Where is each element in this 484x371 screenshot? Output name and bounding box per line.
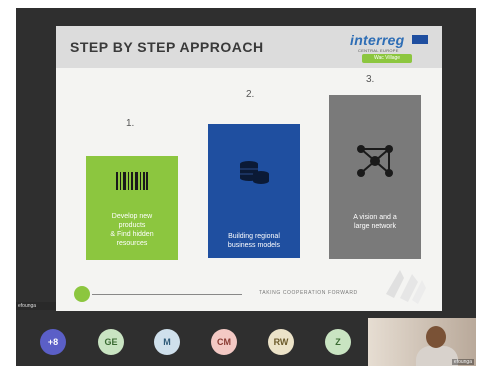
shared-slide: STEP BY STEP APPROACH interreg CENTRAL E…	[56, 26, 442, 311]
network-icon	[357, 145, 393, 177]
participant-avatar[interactable]: CM	[211, 329, 237, 355]
step-label-line: & Find hidden	[110, 231, 154, 238]
step-label-1: Develop new products & Find hidden resou…	[92, 212, 172, 248]
step-box-3: A vision and a large network	[329, 95, 421, 259]
participant-avatar[interactable]: M	[154, 329, 180, 355]
logo-tag: Wac Village	[362, 54, 412, 63]
interreg-logo: interreg CENTRAL EUROPE Wac Village	[348, 32, 428, 64]
step-label-line: Building regional	[228, 233, 280, 240]
eu-flag-icon	[412, 35, 428, 44]
barcode-icon	[116, 172, 148, 190]
participant-strip: +8 GE M CM RW Z efounga	[16, 318, 476, 366]
logo-word: interreg	[350, 32, 405, 48]
step-label-line: large network	[353, 223, 397, 230]
participant-avatar[interactable]: GE	[98, 329, 124, 355]
step-label-line: business models	[227, 242, 281, 249]
person-head	[426, 326, 446, 348]
step-label-line: resources	[116, 240, 148, 247]
participant-overflow-avatar[interactable]: +8	[40, 329, 66, 355]
camera-tile[interactable]: efounga	[368, 318, 476, 366]
step-number-1: 1.	[126, 118, 135, 129]
footer-divider	[92, 294, 242, 295]
decorative-arrows-icon	[386, 270, 426, 304]
step-box-1: Develop new products & Find hidden resou…	[86, 156, 178, 260]
footer-logo-icon	[74, 286, 90, 302]
step-number-2: 2.	[246, 89, 255, 100]
step-label-3: A vision and a large network	[335, 213, 415, 231]
footer-tagline: TAKING COOPERATION FORWARD	[259, 290, 358, 296]
step-number-3: 3.	[366, 74, 375, 85]
slide-header: STEP BY STEP APPROACH interreg CENTRAL E…	[56, 26, 442, 68]
slide-title: STEP BY STEP APPROACH	[70, 39, 264, 55]
presenter-name-tag: efounga	[16, 302, 56, 310]
participant-avatar[interactable]: Z	[325, 329, 351, 355]
step-box-2: Building regional business models	[208, 124, 300, 258]
call-window: STEP BY STEP APPROACH interreg CENTRAL E…	[16, 8, 476, 366]
coins-icon	[240, 161, 269, 184]
step-label-2: Building regional business models	[214, 232, 294, 250]
camera-name-label: efounga	[451, 359, 474, 365]
step-label-line: products	[118, 222, 146, 229]
participant-avatar[interactable]: RW	[268, 329, 294, 355]
logo-subtitle: CENTRAL EUROPE	[358, 48, 399, 53]
step-label-line: A vision and a	[353, 214, 397, 221]
step-label-line: Develop new	[111, 213, 153, 220]
